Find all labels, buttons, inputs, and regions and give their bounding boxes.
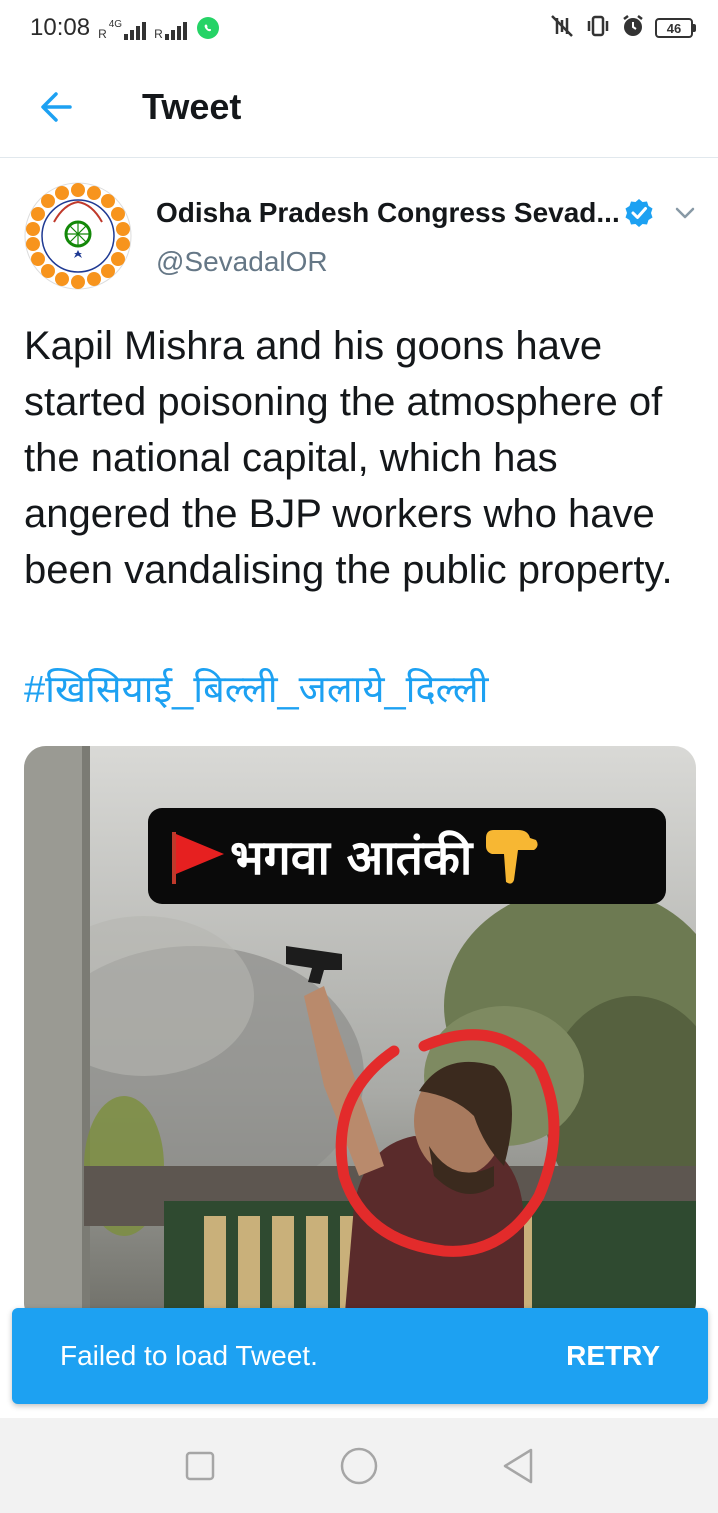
- avatar[interactable]: [24, 182, 132, 290]
- author-handle[interactable]: @SevadalOR: [156, 246, 328, 278]
- tweet-media-image[interactable]: भगवा आतंकी: [24, 746, 696, 1324]
- sim1-letter: R: [98, 27, 107, 41]
- battery-icon: 46: [655, 18, 696, 38]
- pointing-down-hand-icon: [486, 830, 538, 884]
- image-text-banner: भगवा आतंकी: [148, 808, 666, 904]
- banner-text: भगवा आतंकी: [230, 829, 473, 886]
- arrow-left-icon: [41, 91, 72, 122]
- retry-button[interactable]: RETRY: [566, 1340, 660, 1372]
- system-back-button[interactable]: [488, 1436, 548, 1496]
- status-time: 10:08: [30, 14, 91, 41]
- battery-level: 46: [655, 18, 693, 38]
- hashtag-link[interactable]: #खिसियाई_बिल्ली_जलाये_दिल्ली: [24, 662, 488, 718]
- home-circle-icon: [340, 1447, 378, 1484]
- home-button[interactable]: [329, 1436, 389, 1496]
- sim1-signal-icon: R 4G: [98, 16, 147, 41]
- alarm-icon: [621, 14, 645, 43]
- back-triangle-icon: [504, 1448, 533, 1483]
- status-bar: 10:08 R 4G R 46: [0, 0, 718, 56]
- whatsapp-icon: [196, 17, 219, 39]
- mute-vibrate-icon: [549, 14, 575, 43]
- verified-badge-icon: [625, 199, 653, 227]
- system-nav-bar: [0, 1418, 718, 1513]
- recents-square-icon: [185, 1451, 214, 1480]
- chevron-down-icon[interactable]: [670, 198, 700, 228]
- tweet-text: Kapil Mishra and his goons have started …: [24, 324, 673, 592]
- page-title: Tweet: [142, 85, 242, 127]
- vibrate-icon: [585, 14, 611, 43]
- back-button[interactable]: [26, 77, 86, 137]
- recents-button[interactable]: [170, 1436, 230, 1496]
- sim2-signal-icon: R: [154, 16, 187, 40]
- app-header: Tweet: [0, 56, 718, 158]
- error-toast: Failed to load Tweet. RETRY: [12, 1308, 708, 1404]
- toast-message: Failed to load Tweet.: [60, 1340, 318, 1371]
- author-name[interactable]: Odisha Pradesh Congress Sevad...: [156, 197, 620, 229]
- network-type: 4G: [108, 19, 123, 30]
- red-flag-icon: [172, 832, 224, 884]
- sim2-letter: R: [154, 27, 163, 41]
